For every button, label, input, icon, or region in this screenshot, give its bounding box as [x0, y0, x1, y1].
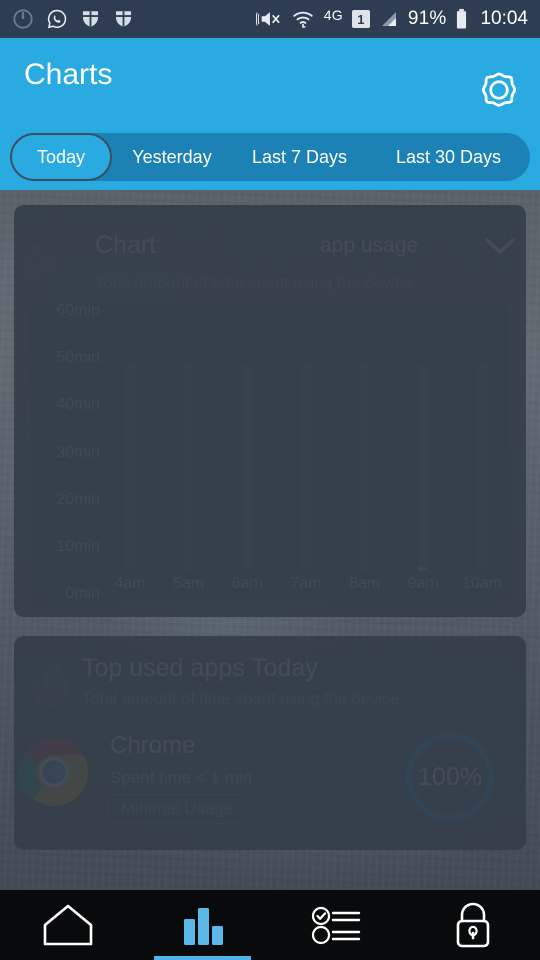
- wifi-icon: [293, 11, 313, 28]
- whatsapp-icon: [47, 9, 67, 29]
- checklist-icon: [311, 906, 360, 945]
- chart-card: [14, 205, 526, 617]
- top-used-apps-card: [14, 636, 526, 850]
- nav-item-lock[interactable]: [405, 890, 540, 960]
- gear-icon: [481, 72, 517, 107]
- clock-label: 10:04: [480, 8, 528, 29]
- tab-yesterday[interactable]: Yesterday: [112, 133, 232, 181]
- tab-last-30-days-label: Last 30 Days: [395, 146, 502, 167]
- battery-percent-label: 91%: [407, 8, 447, 29]
- signal-bars-icon: [381, 12, 396, 26]
- shield-icon: [82, 11, 99, 27]
- tab-last-7-days[interactable]: Last 7 Days: [232, 133, 367, 181]
- tab-last-30-days[interactable]: Last 30 Days: [367, 133, 530, 181]
- nav-active-indicator: [153, 956, 252, 960]
- nav-item-charts[interactable]: [135, 890, 270, 960]
- tab-last-7-days-label: Last 7 Days: [251, 146, 348, 167]
- home-icon: [43, 904, 92, 946]
- status-bar: 4G 1 91% 10:04: [0, 0, 540, 38]
- power-icon: [13, 9, 33, 29]
- nav-item-home[interactable]: [0, 890, 135, 960]
- shield-icon-2: [115, 11, 132, 27]
- page-title: Charts: [24, 58, 113, 91]
- lock-icon: [456, 902, 489, 948]
- tab-today-label: Today: [36, 146, 86, 167]
- bottom-navigation[interactable]: [0, 890, 540, 960]
- status-bar-left-icons: [12, 8, 134, 30]
- battery-icon: [457, 8, 467, 29]
- tab-today[interactable]: Today: [10, 133, 112, 181]
- tab-yesterday-label: Yesterday: [132, 146, 212, 167]
- status-bar-right-icons: 4G 1 91% 10:04: [255, 7, 528, 30]
- nav-item-tasks[interactable]: [270, 890, 405, 960]
- network-type-label: 4G: [323, 7, 343, 23]
- sim-indicator: 1: [351, 10, 370, 28]
- period-tabs[interactable]: Today Yesterday Last 7 Days Last 30 Days: [10, 133, 530, 181]
- settings-button[interactable]: [476, 67, 522, 113]
- bar-chart-icon: [183, 908, 223, 945]
- mute-icon: [255, 12, 280, 26]
